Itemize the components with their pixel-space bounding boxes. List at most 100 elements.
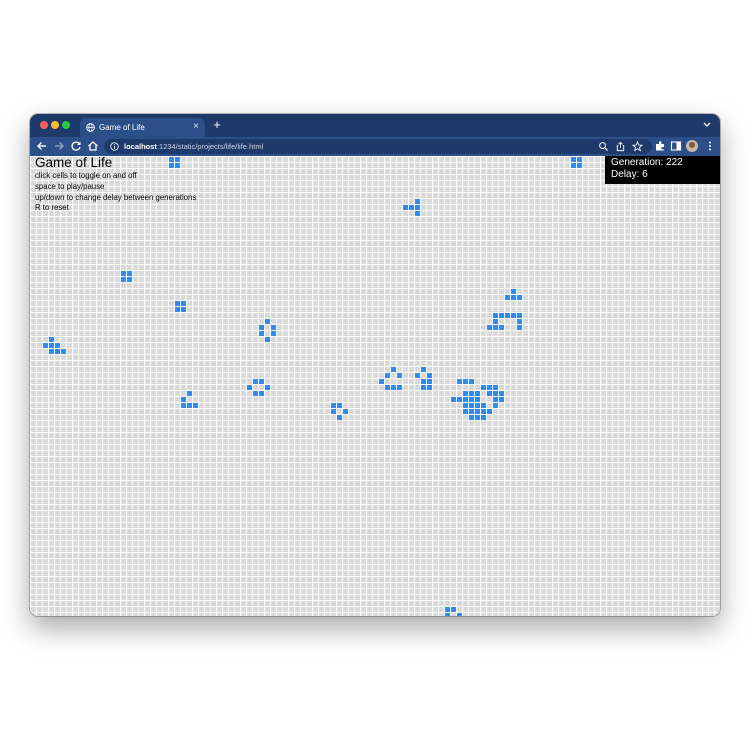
live-cell[interactable] xyxy=(271,331,276,336)
more-options-icon[interactable] xyxy=(704,140,716,152)
live-cell[interactable] xyxy=(493,325,498,330)
side-panel-icon[interactable] xyxy=(670,140,682,152)
live-cell[interactable] xyxy=(511,295,516,300)
live-cell[interactable] xyxy=(265,385,270,390)
live-cell[interactable] xyxy=(49,349,54,354)
maximize-window-button[interactable] xyxy=(62,121,70,129)
live-cell[interactable] xyxy=(127,271,132,276)
live-cell[interactable] xyxy=(571,163,576,168)
live-cell[interactable] xyxy=(475,403,480,408)
live-cell[interactable] xyxy=(487,385,492,390)
forward-button[interactable] xyxy=(52,139,66,153)
live-cell[interactable] xyxy=(577,163,582,168)
live-cell[interactable] xyxy=(415,373,420,378)
live-cell[interactable] xyxy=(421,367,426,372)
live-cell[interactable] xyxy=(499,325,504,330)
live-cell[interactable] xyxy=(445,613,450,616)
profile-avatar[interactable] xyxy=(686,140,698,152)
live-cell[interactable] xyxy=(517,295,522,300)
live-cell[interactable] xyxy=(469,415,474,420)
live-cell[interactable] xyxy=(499,313,504,318)
live-cell[interactable] xyxy=(427,379,432,384)
live-cell[interactable] xyxy=(481,409,486,414)
live-cell[interactable] xyxy=(421,379,426,384)
live-cell[interactable] xyxy=(187,391,192,396)
live-cell[interactable] xyxy=(49,343,54,348)
live-cell[interactable] xyxy=(121,277,126,282)
live-cell[interactable] xyxy=(181,307,186,312)
live-cell[interactable] xyxy=(511,313,516,318)
live-cell[interactable] xyxy=(475,409,480,414)
info-icon[interactable] xyxy=(110,142,119,151)
live-cell[interactable] xyxy=(469,379,474,384)
live-cell[interactable] xyxy=(499,397,504,402)
live-cell[interactable] xyxy=(187,403,192,408)
live-cell[interactable] xyxy=(265,337,270,342)
live-cell[interactable] xyxy=(391,385,396,390)
live-cell[interactable] xyxy=(487,409,492,414)
live-cell[interactable] xyxy=(379,379,384,384)
live-cell[interactable] xyxy=(247,385,252,390)
live-cell[interactable] xyxy=(457,613,462,616)
live-cell[interactable] xyxy=(481,385,486,390)
tab-game-of-life[interactable]: Game of Life × xyxy=(80,118,205,137)
back-button[interactable] xyxy=(35,139,49,153)
live-cell[interactable] xyxy=(193,403,198,408)
live-cell[interactable] xyxy=(181,403,186,408)
live-cell[interactable] xyxy=(259,379,264,384)
live-cell[interactable] xyxy=(43,343,48,348)
live-cell[interactable] xyxy=(175,307,180,312)
chevron-down-icon[interactable] xyxy=(702,118,712,132)
live-cell[interactable] xyxy=(451,397,456,402)
live-cell[interactable] xyxy=(271,325,276,330)
live-cell[interactable] xyxy=(253,391,258,396)
live-cell[interactable] xyxy=(493,397,498,402)
live-cell[interactable] xyxy=(463,403,468,408)
live-cell[interactable] xyxy=(493,313,498,318)
live-cell[interactable] xyxy=(493,319,498,324)
live-cell[interactable] xyxy=(391,367,396,372)
live-cell[interactable] xyxy=(397,385,402,390)
live-cell[interactable] xyxy=(49,337,54,342)
live-cell[interactable] xyxy=(445,607,450,612)
live-cell[interactable] xyxy=(415,205,420,210)
live-cell[interactable] xyxy=(385,385,390,390)
live-cell[interactable] xyxy=(253,379,258,384)
live-cell[interactable] xyxy=(505,313,510,318)
live-cell[interactable] xyxy=(343,409,348,414)
live-cell[interactable] xyxy=(475,397,480,402)
url-text[interactable]: localhost:1234/static/projects/life/life… xyxy=(124,142,263,151)
live-cell[interactable] xyxy=(475,415,480,420)
live-cell[interactable] xyxy=(415,211,420,216)
tab-close-icon[interactable]: × xyxy=(193,121,199,133)
live-cell[interactable] xyxy=(493,403,498,408)
share-icon[interactable] xyxy=(615,141,626,152)
live-cell[interactable] xyxy=(427,373,432,378)
live-cell[interactable] xyxy=(259,325,264,330)
address-bar[interactable]: localhost:1234/static/projects/life/life… xyxy=(104,139,652,154)
close-window-button[interactable] xyxy=(40,121,48,129)
live-cell[interactable] xyxy=(397,373,402,378)
live-cell[interactable] xyxy=(469,391,474,396)
star-icon[interactable] xyxy=(632,141,643,152)
live-cell[interactable] xyxy=(55,349,60,354)
live-cell[interactable] xyxy=(175,301,180,306)
live-cell[interactable] xyxy=(469,397,474,402)
live-cell[interactable] xyxy=(463,391,468,396)
live-cell[interactable] xyxy=(181,397,186,402)
live-cell[interactable] xyxy=(493,385,498,390)
live-cell[interactable] xyxy=(127,277,132,282)
live-cell[interactable] xyxy=(571,157,576,162)
live-cell[interactable] xyxy=(481,415,486,420)
live-cell[interactable] xyxy=(457,379,462,384)
reload-button[interactable] xyxy=(69,139,83,153)
live-cell[interactable] xyxy=(493,391,498,396)
live-cell[interactable] xyxy=(259,391,264,396)
live-cell[interactable] xyxy=(463,379,468,384)
live-cell[interactable] xyxy=(181,301,186,306)
live-cell[interactable] xyxy=(427,385,432,390)
live-cell[interactable] xyxy=(403,205,408,210)
live-cell[interactable] xyxy=(499,391,504,396)
live-cell[interactable] xyxy=(451,607,456,612)
home-button[interactable] xyxy=(86,139,100,153)
